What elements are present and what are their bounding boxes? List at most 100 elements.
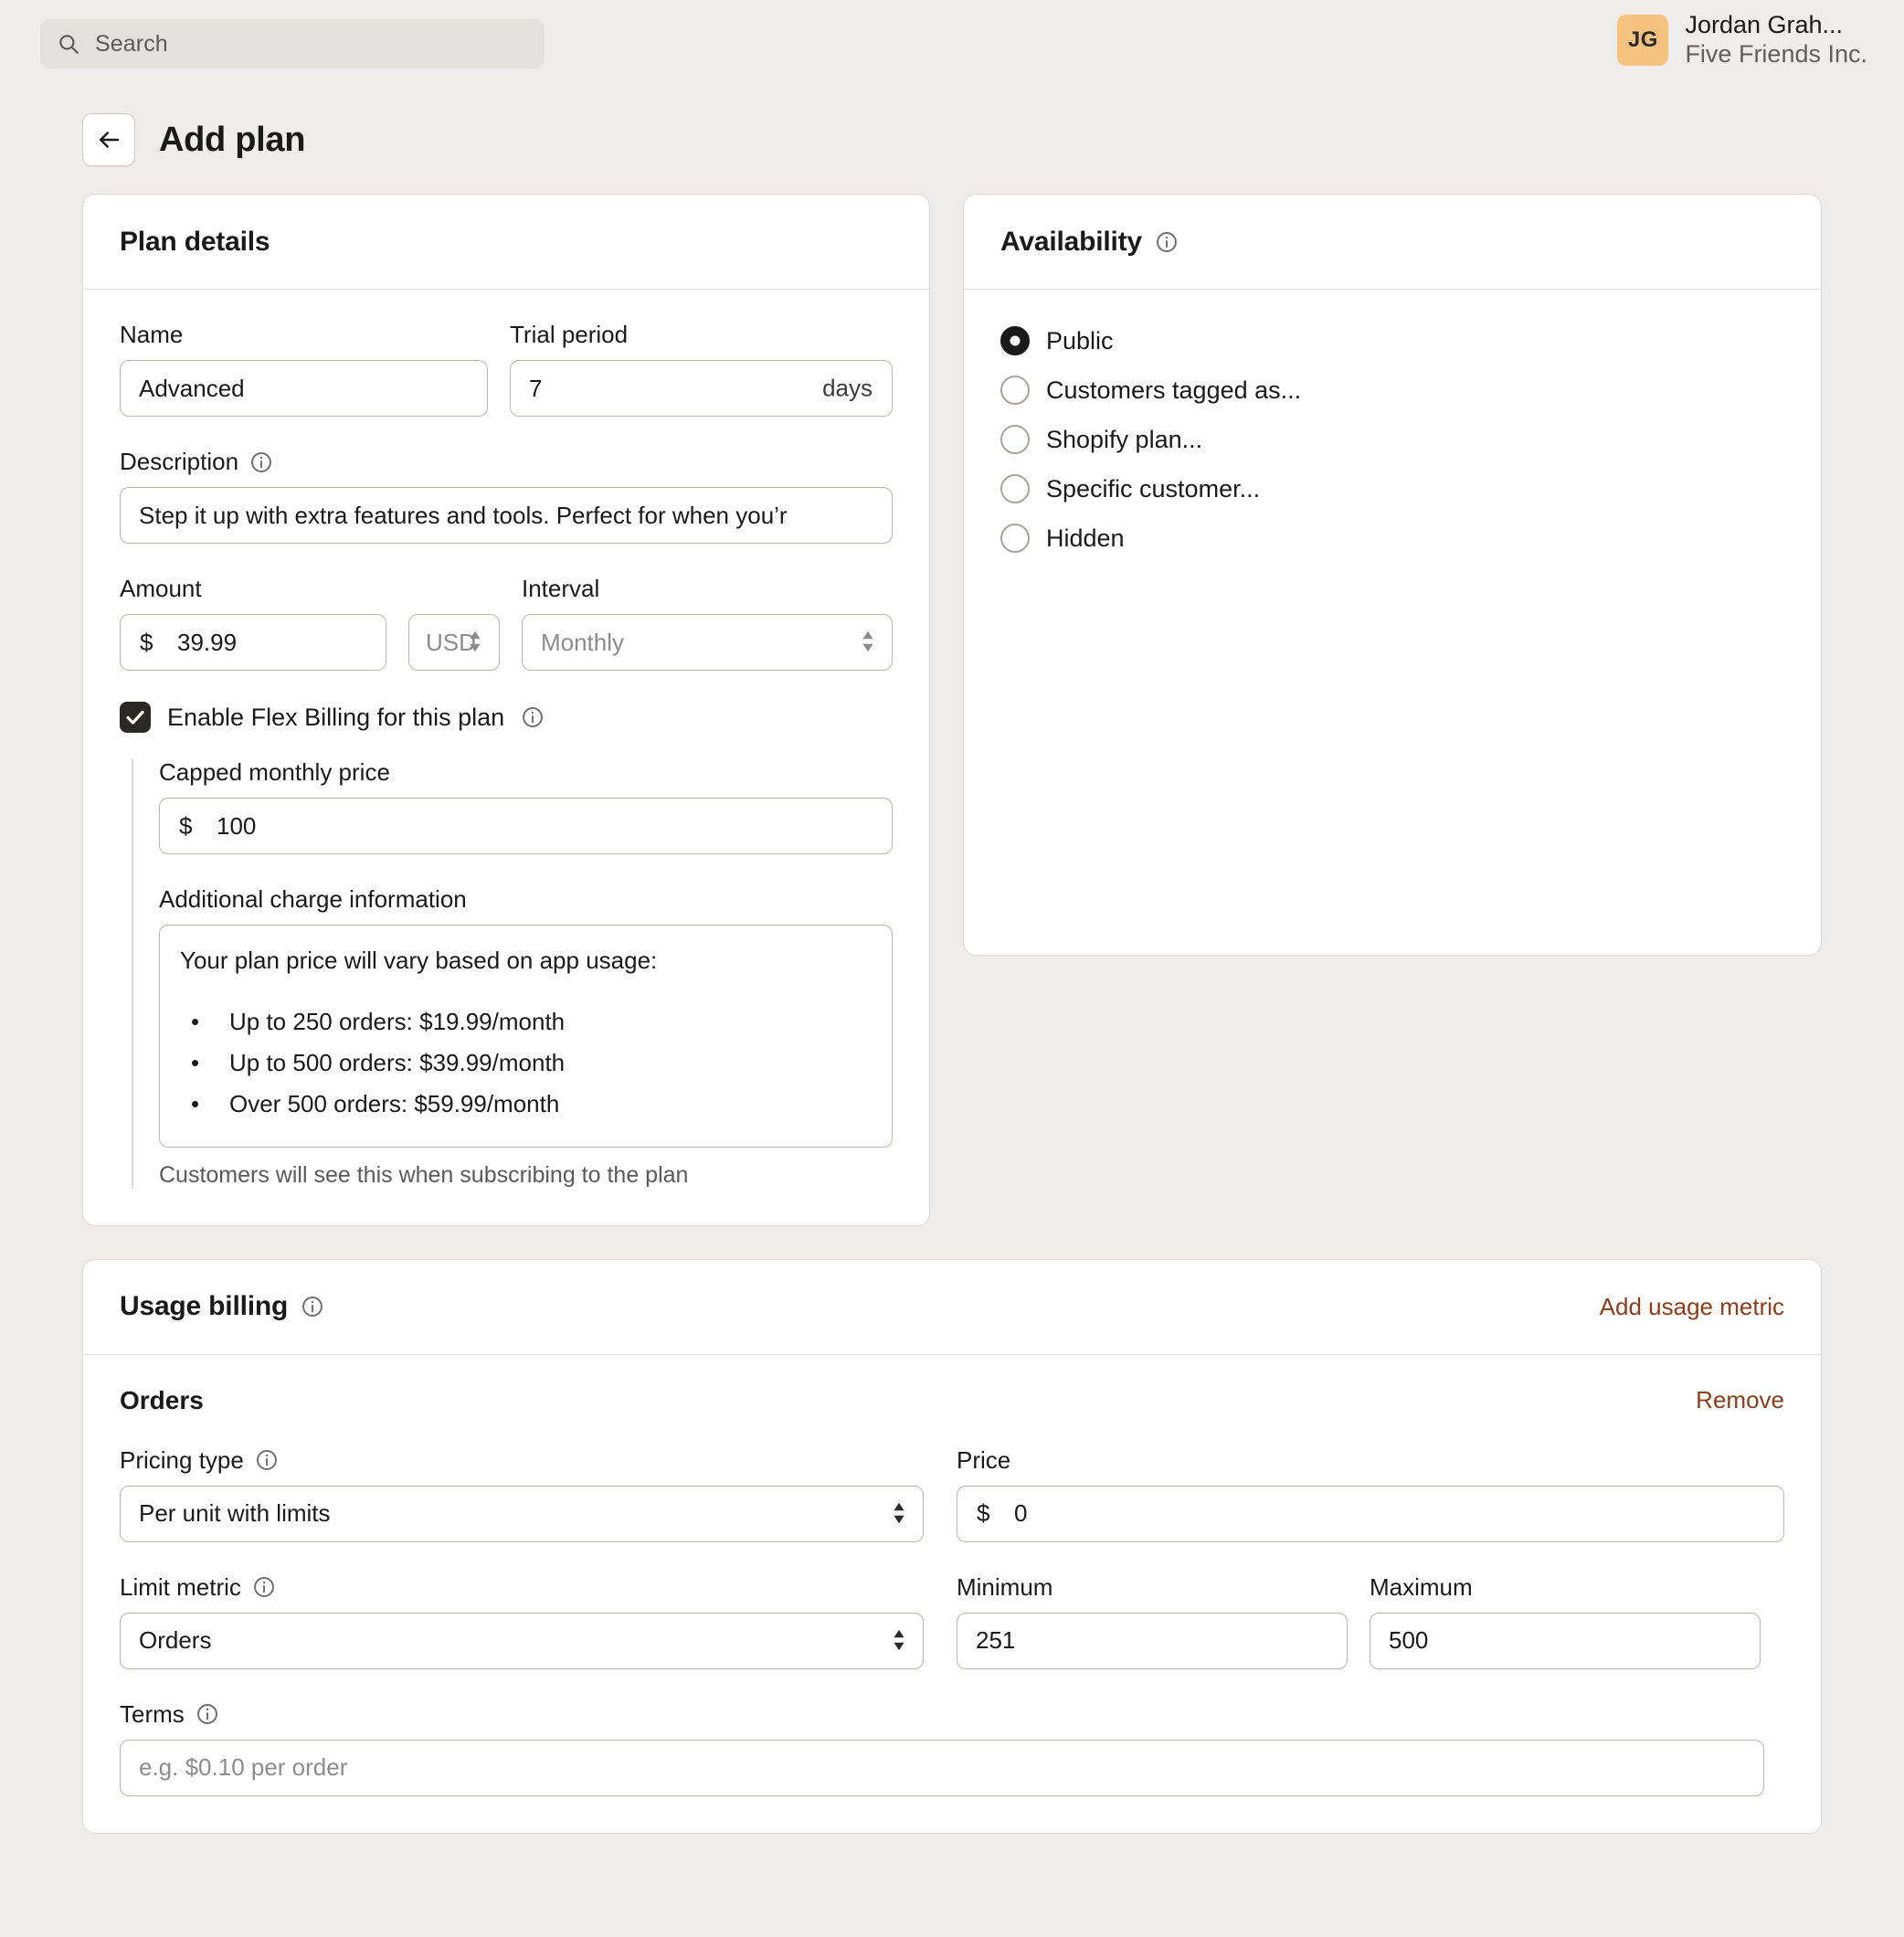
info-icon[interactable] — [521, 705, 545, 729]
info-icon[interactable] — [255, 1448, 279, 1472]
availability-body: Public Customers tagged as... Shopify pl… — [964, 290, 1821, 955]
min-max-row: Minimum Maximum — [957, 1573, 1784, 1669]
radio-label: Specific customer... — [1046, 475, 1260, 503]
limit-metric-group: Limit metric Orders — [120, 1573, 924, 1669]
interval-select[interactable]: Monthly — [522, 614, 893, 671]
list-item: Over 500 orders: $59.99/month — [229, 1087, 872, 1121]
limit-metric-label: Limit metric — [120, 1573, 924, 1602]
usage-metric-left-column: Pricing type Per unit with limits — [120, 1446, 924, 1796]
amount-interval-row: Amount $ USD — [120, 575, 893, 671]
info-icon[interactable] — [249, 450, 273, 474]
availability-title: Availability — [1000, 227, 1142, 258]
currency-select[interactable]: USD — [408, 614, 500, 671]
maximum-input[interactable] — [1370, 1613, 1761, 1669]
plan-details-header: Plan details — [83, 195, 929, 290]
radio-indicator — [1000, 425, 1030, 454]
usage-billing-card: Usage billing Add usage metric Orders Re… — [82, 1259, 1822, 1834]
usage-billing-title: Usage billing — [120, 1291, 288, 1322]
page-header: Add plan — [0, 88, 1904, 194]
info-icon[interactable] — [301, 1295, 324, 1318]
radio-label: Hidden — [1046, 524, 1125, 553]
back-button[interactable] — [82, 113, 135, 166]
avatar: JG — [1617, 15, 1668, 66]
remove-metric-button[interactable]: Remove — [1696, 1386, 1784, 1414]
trial-period-input[interactable] — [510, 360, 893, 417]
charge-info-bullets: Up to 250 orders: $19.99/month Up to 500… — [180, 1005, 872, 1121]
radio-indicator — [1000, 524, 1030, 553]
trial-group: Trial period days — [510, 321, 893, 417]
user-text: Jordan Grah... Five Friends Inc. — [1685, 11, 1867, 69]
plan-name-input[interactable] — [120, 360, 488, 417]
usage-metric-name: Orders — [120, 1386, 204, 1415]
pricing-type-label: Pricing type — [120, 1446, 924, 1475]
description-label: Description — [120, 448, 893, 476]
usage-metric-right-column: Price $ Minimum Maximum — [957, 1446, 1784, 1796]
pricing-type-label-text: Pricing type — [120, 1446, 244, 1475]
usage-metric-fields: Pricing type Per unit with limits — [120, 1446, 1784, 1796]
plan-details-title: Plan details — [120, 227, 270, 258]
minimum-label: Minimum — [957, 1573, 1348, 1602]
add-usage-metric-button[interactable]: Add usage metric — [1600, 1293, 1784, 1321]
description-label-text: Description — [120, 448, 238, 476]
flex-billing-checkbox[interactable] — [120, 702, 151, 733]
interval-group: Interval Monthly — [522, 575, 893, 671]
name-trial-row: Name Trial period days — [120, 321, 893, 417]
charge-info-helper: Customers will see this when subscribing… — [159, 1162, 893, 1189]
plan-details-card: Plan details Name Trial period days — [82, 194, 930, 1226]
list-item: Up to 250 orders: $19.99/month — [229, 1005, 872, 1039]
info-icon[interactable] — [1155, 230, 1179, 254]
radio-option-shopify-plan[interactable]: Shopify plan... — [1000, 419, 1784, 460]
pricing-type-group: Pricing type Per unit with limits — [120, 1446, 924, 1542]
amount-group: Amount $ — [120, 575, 386, 671]
usage-billing-body: Orders Remove Pricing type — [83, 1355, 1821, 1833]
radio-indicator — [1000, 474, 1030, 503]
plan-details-column: Plan details Name Trial period days — [82, 194, 930, 1226]
usage-billing-header: Usage billing Add usage metric — [83, 1260, 1821, 1355]
capped-price-label: Capped monthly price — [159, 758, 893, 787]
flex-billing-row: Enable Flex Billing for this plan — [120, 702, 893, 733]
radio-option-public[interactable]: Public — [1000, 321, 1784, 361]
radio-label: Public — [1046, 327, 1114, 355]
usage-metric-header: Orders Remove — [120, 1386, 1784, 1415]
price-input[interactable] — [957, 1486, 1784, 1542]
currency-value: USD — [426, 629, 476, 657]
radio-indicator — [1000, 326, 1030, 355]
user-name: Jordan Grah... — [1685, 11, 1867, 40]
availability-column: Availability Public — [963, 194, 1822, 956]
interval-label: Interval — [522, 575, 893, 603]
search-icon — [57, 32, 80, 56]
radio-option-hidden[interactable]: Hidden — [1000, 518, 1784, 558]
info-icon[interactable] — [252, 1575, 276, 1599]
pricing-type-value: Per unit with limits — [139, 1499, 331, 1528]
interval-value: Monthly — [541, 629, 624, 657]
user-menu[interactable]: JG Jordan Grah... Five Friends Inc. — [1617, 11, 1867, 69]
terms-group: Terms — [120, 1700, 924, 1796]
info-icon[interactable] — [196, 1702, 219, 1726]
radio-indicator — [1000, 376, 1030, 405]
terms-label-text: Terms — [120, 1700, 185, 1729]
currency-group: USD — [408, 575, 500, 671]
limit-metric-select[interactable]: Orders — [120, 1613, 924, 1669]
radio-option-customers-tagged[interactable]: Customers tagged as... — [1000, 370, 1784, 410]
description-input[interactable] — [120, 487, 893, 544]
minimum-input[interactable] — [957, 1613, 1348, 1669]
amount-input[interactable] — [120, 614, 386, 671]
maximum-label: Maximum — [1370, 1573, 1761, 1602]
pricing-type-select[interactable]: Per unit with limits — [120, 1486, 924, 1542]
radio-option-specific-customer[interactable]: Specific customer... — [1000, 469, 1784, 509]
radio-label: Customers tagged as... — [1046, 376, 1301, 405]
charge-info-textarea[interactable]: Your plan price will vary based on app u… — [159, 925, 893, 1148]
availability-card: Availability Public — [963, 194, 1822, 956]
charge-info-intro: Your plan price will vary based on app u… — [180, 944, 872, 978]
availability-header: Availability — [964, 195, 1821, 290]
terms-label: Terms — [120, 1700, 924, 1729]
radio-label: Shopify plan... — [1046, 426, 1202, 454]
search-input[interactable]: Search — [40, 19, 545, 69]
flex-billing-details: Capped monthly price $ Additional charge… — [132, 758, 893, 1189]
price-group: Price $ — [957, 1446, 1784, 1542]
capped-price-input[interactable] — [159, 798, 893, 854]
charge-info-group: Additional charge information Your plan … — [159, 885, 893, 1189]
name-group: Name — [120, 321, 488, 417]
main-columns: Plan details Name Trial period days — [0, 194, 1904, 1226]
name-label: Name — [120, 321, 488, 349]
